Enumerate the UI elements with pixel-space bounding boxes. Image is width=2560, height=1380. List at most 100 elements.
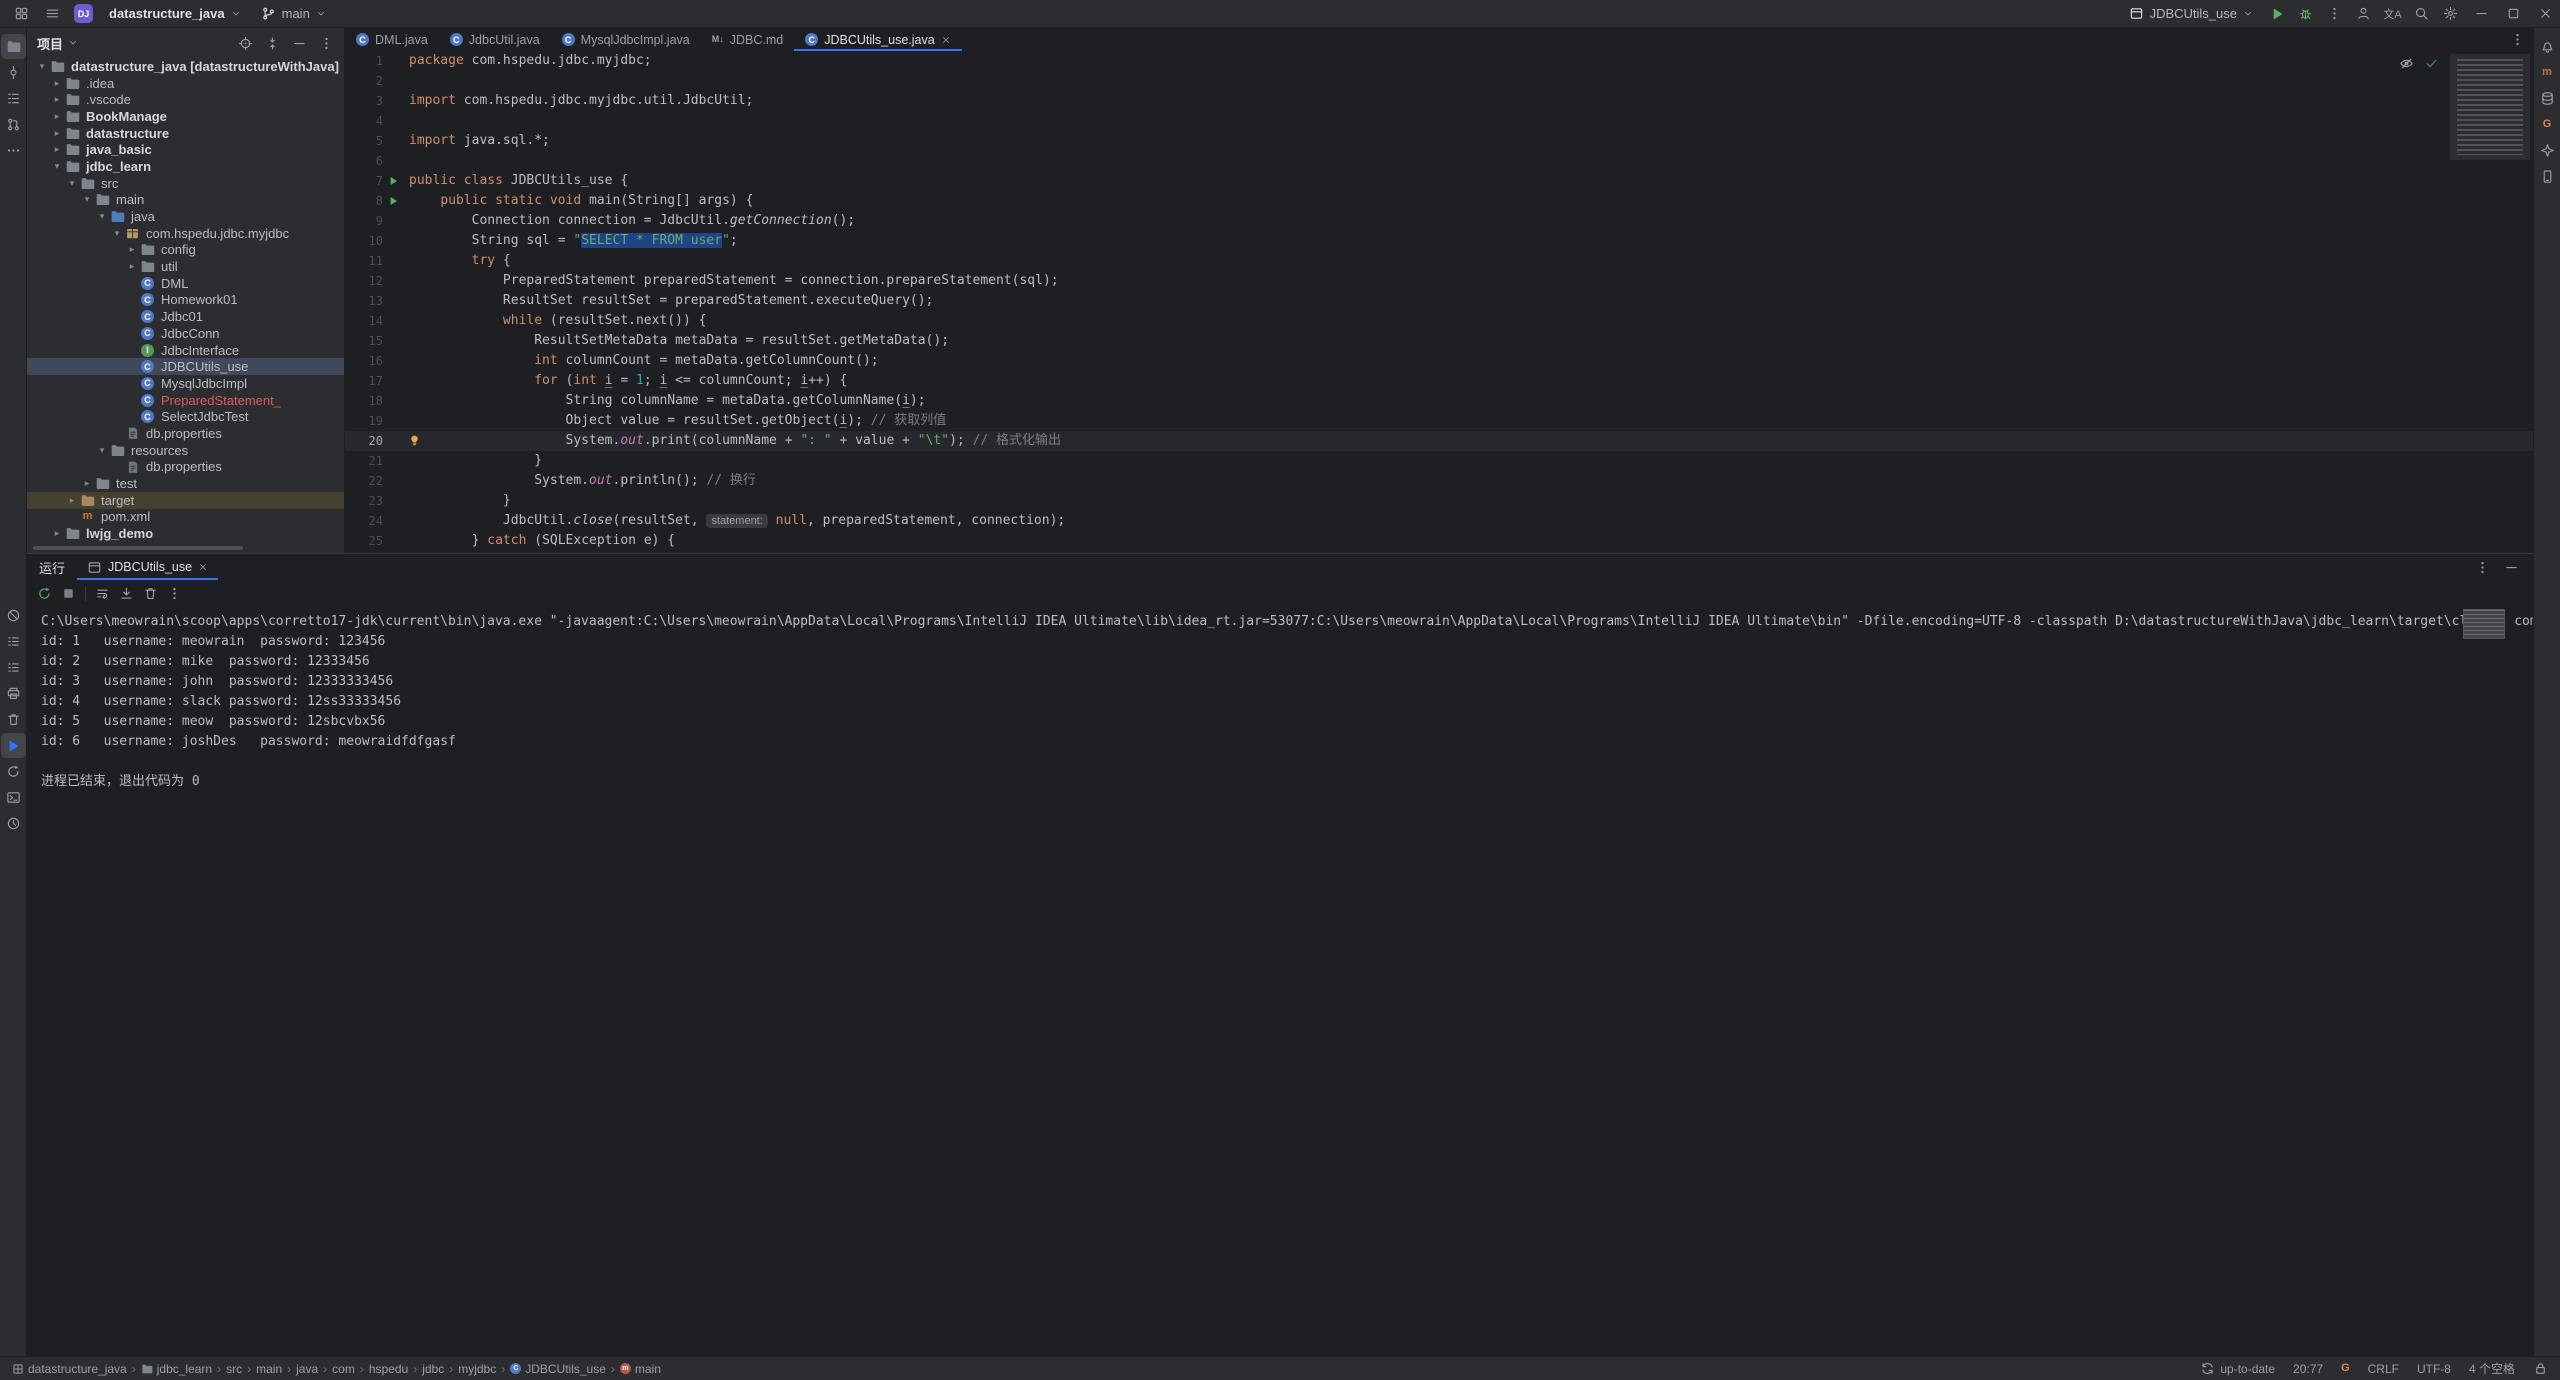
editor-tab-JdbcUtil.java[interactable]: CJdbcUtil.java xyxy=(439,28,551,51)
tree-item-JdbcInterface[interactable]: IJdbcInterface xyxy=(27,342,344,359)
run-config-selector[interactable]: JDBCUtils_use xyxy=(2121,2,2261,26)
toolwindow-todo-icon[interactable] xyxy=(1,629,26,654)
toolwindow-print-icon[interactable] xyxy=(1,681,26,706)
toolwindow-project-icon[interactable] xyxy=(1,34,26,59)
tree-caret-icon[interactable]: ▾ xyxy=(35,61,49,72)
tree-item-com.hspedu.jdbc.myjdbc[interactable]: ▾com.hspedu.jdbc.myjdbc xyxy=(27,225,344,242)
caret-position-widget[interactable]: 20:77 xyxy=(2293,1362,2323,1376)
tree-caret-icon[interactable]: ▾ xyxy=(95,445,109,456)
run-console-tab[interactable]: JDBCUtils_use xyxy=(77,554,218,580)
toolwindow-delete-icon[interactable] xyxy=(1,707,26,732)
code-line-22[interactable]: 22 System.out.println(); // 换行 xyxy=(345,471,2533,491)
code-line-9[interactable]: 9 Connection connection = JdbcUtil.getCo… xyxy=(345,211,2533,231)
stop-icon[interactable] xyxy=(61,586,76,601)
tree-item-pom.xml[interactable]: mpom.xml xyxy=(27,509,344,526)
readonly-toggle-widget[interactable] xyxy=(2533,1361,2548,1376)
branch-selector[interactable]: main xyxy=(253,2,334,26)
code-line-18[interactable]: 18 String columnName = metaData.getColum… xyxy=(345,391,2533,411)
code-line-5[interactable]: 5import java.sql.*; xyxy=(345,131,2533,151)
collapse-all-icon[interactable] xyxy=(265,36,280,51)
intention-bulb-icon[interactable] xyxy=(408,434,421,447)
breadcrumb-hspedu[interactable]: hspedu xyxy=(369,1362,408,1376)
more-options-icon[interactable] xyxy=(167,586,182,601)
tree-item-jdbc_learn[interactable]: ▾jdbc_learn xyxy=(27,158,344,175)
toolwindow-terminal-icon[interactable] xyxy=(1,785,26,810)
tree-caret-icon[interactable]: ▾ xyxy=(95,211,109,222)
tree-caret-icon[interactable]: ▾ xyxy=(50,161,64,172)
code-line-13[interactable]: 13 ResultSet resultSet = preparedStateme… xyxy=(345,291,2533,311)
tree-item-test[interactable]: ▸test xyxy=(27,475,344,492)
tree-item-main[interactable]: ▾main xyxy=(27,192,344,209)
code-line-4[interactable]: 4 xyxy=(345,111,2533,131)
tree-item-target[interactable]: ▸target xyxy=(27,492,344,509)
tree-item-util[interactable]: ▸util xyxy=(27,258,344,275)
code-line-15[interactable]: 15 ResultSetMetaData metaData = resultSe… xyxy=(345,331,2533,351)
translate-icon[interactable]: 文A xyxy=(2379,2,2406,26)
code-line-7[interactable]: 7public class JDBCUtils_use { xyxy=(345,171,2533,191)
encoding-widget[interactable]: UTF-8 xyxy=(2417,1362,2451,1376)
tree-item-src[interactable]: ▾src xyxy=(27,175,344,192)
vcs-status-widget[interactable]: up-to-date xyxy=(2200,1361,2275,1376)
tree-item-Homework01[interactable]: CHomework01 xyxy=(27,292,344,309)
run-panel-title[interactable]: 运行 xyxy=(27,558,77,577)
tree-caret-icon[interactable]: ▸ xyxy=(50,528,64,539)
tree-caret-icon[interactable]: ▸ xyxy=(80,478,94,489)
breadcrumb-jdbc_learn[interactable]: jdbc_learn xyxy=(141,1362,212,1376)
toolwindow-structure-icon[interactable] xyxy=(1,86,26,111)
window-grid-icon[interactable] xyxy=(8,2,35,26)
editor-tab-DML.java[interactable]: CDML.java xyxy=(345,28,439,51)
tree-item-java_basic[interactable]: ▸java_basic xyxy=(27,141,344,158)
rerun-icon[interactable] xyxy=(37,586,52,601)
console-output[interactable]: C:\Users\meowrain\scoop\apps\corretto17-… xyxy=(27,607,2533,1356)
editor[interactable]: 1package com.hspedu.jdbc.myjdbc;23import… xyxy=(345,51,2533,553)
maximize-button[interactable] xyxy=(2498,0,2528,27)
tree-item-config[interactable]: ▸config xyxy=(27,242,344,259)
breadcrumb-jdbc[interactable]: jdbc xyxy=(422,1362,444,1376)
tree-caret-icon[interactable]: ▸ xyxy=(125,261,139,272)
tree-caret-icon[interactable]: ▾ xyxy=(110,228,124,239)
code-with-me-icon[interactable] xyxy=(2350,2,2377,26)
run-panel-options-icon[interactable] xyxy=(2475,560,2490,575)
toolwindow-coverage-icon[interactable] xyxy=(1,759,26,784)
code-line-11[interactable]: 11 try { xyxy=(345,251,2533,271)
scroll-to-end-icon[interactable] xyxy=(119,586,134,601)
tree-caret-icon[interactable]: ▸ xyxy=(50,94,64,105)
tree-item-db.properties[interactable]: db.properties xyxy=(27,459,344,476)
hide-run-panel-icon[interactable] xyxy=(2504,560,2519,575)
indent-widget[interactable]: 4 个空格 xyxy=(2469,1360,2515,1377)
panel-options-icon[interactable] xyxy=(319,36,334,51)
code-line-1[interactable]: 1package com.hspedu.jdbc.myjdbc; xyxy=(345,51,2533,71)
toolwindow-profiler-icon[interactable] xyxy=(1,811,26,836)
breadcrumb-JDBCUtils_use[interactable]: CJDBCUtils_use xyxy=(510,1362,606,1376)
toolwindow-pull-requests-icon[interactable] xyxy=(1,112,26,137)
tree-item-java[interactable]: ▾java xyxy=(27,208,344,225)
code-line-16[interactable]: 16 int columnCount = metaData.getColumnC… xyxy=(345,351,2533,371)
select-opened-file-icon[interactable] xyxy=(238,36,253,51)
toolwindow-database-icon[interactable] xyxy=(2535,86,2560,111)
project-selector[interactable]: datastructure_java xyxy=(101,2,249,26)
tree-item-db.properties[interactable]: db.properties xyxy=(27,425,344,442)
minimap[interactable] xyxy=(2450,54,2530,160)
code-line-8[interactable]: 8 public static void main(String[] args)… xyxy=(345,191,2533,211)
tree-item-.vscode[interactable]: ▸.vscode xyxy=(27,91,344,108)
tree-caret-icon[interactable]: ▸ xyxy=(65,495,79,506)
editor-tab-JDBCUtils_use.java[interactable]: CJDBCUtils_use.java xyxy=(794,28,961,51)
tree-item-resources[interactable]: ▾resources xyxy=(27,442,344,459)
run-button[interactable] xyxy=(2263,2,2290,26)
toolwindow-device-manager-icon[interactable] xyxy=(2535,164,2560,189)
code-line-6[interactable]: 6 xyxy=(345,151,2533,171)
code-line-17[interactable]: 17 for (int i = 1; i <= columnCount; i++… xyxy=(345,371,2533,391)
close-tab-icon[interactable] xyxy=(941,35,951,45)
tree-item-.idea[interactable]: ▸.idea xyxy=(27,75,344,92)
toolwindow-problems-icon[interactable] xyxy=(1,603,26,628)
breadcrumb-datastructure_java[interactable]: datastructure_java xyxy=(12,1362,127,1376)
tree-caret-icon[interactable]: ▾ xyxy=(80,194,94,205)
toolwindow-bookmarks-icon[interactable] xyxy=(1,655,26,680)
code-line-21[interactable]: 21 } xyxy=(345,451,2533,471)
breadcrumb-src[interactable]: src xyxy=(226,1362,242,1376)
tree-caret-icon[interactable]: ▸ xyxy=(50,78,64,89)
breadcrumb-main[interactable]: mmain xyxy=(620,1362,661,1376)
code-line-14[interactable]: 14 while (resultSet.next()) { xyxy=(345,311,2533,331)
soft-wrap-icon[interactable] xyxy=(95,586,110,601)
tree-item-JdbcConn[interactable]: CJdbcConn xyxy=(27,325,344,342)
